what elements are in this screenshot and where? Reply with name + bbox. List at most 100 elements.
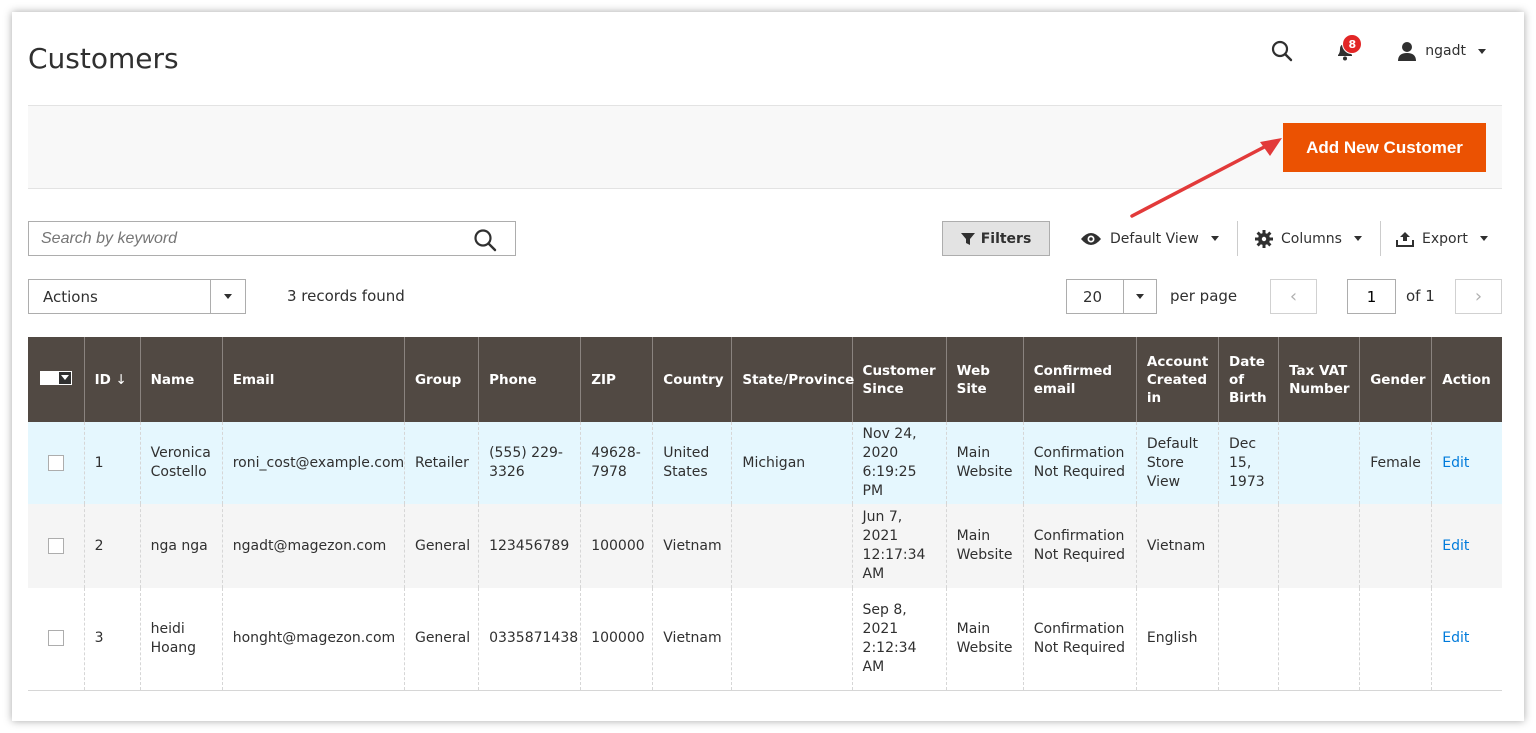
cell-customer-since: Jun 7, 2021 12:17:34 AM [851, 504, 947, 588]
edit-link[interactable]: Edit [1442, 630, 1469, 646]
table-row[interactable]: 3 heidi Hoang honght@magezon.com General… [28, 588, 1502, 691]
row-select-checkbox[interactable] [48, 537, 64, 554]
page-title: Customers [28, 42, 179, 75]
global-search-icon[interactable] [1271, 40, 1293, 62]
table-row[interactable]: 1 Veronica Costello roni_cost@example.co… [28, 422, 1502, 504]
records-found-count: 3 records found [287, 287, 405, 305]
cell-state [731, 504, 853, 588]
search-icon[interactable] [473, 228, 497, 256]
customers-grid: ID ↓ Name Email Group Phone ZIP Country … [28, 337, 1502, 691]
chevron-down-icon [1478, 48, 1486, 54]
dropdown-arrow-icon [1123, 280, 1156, 313]
cell-taxvat [1278, 422, 1360, 504]
cell-taxvat [1278, 504, 1360, 588]
column-header-country[interactable]: Country [652, 337, 732, 422]
row-select-checkbox[interactable] [48, 454, 64, 471]
column-header-confirmed-email[interactable]: Confirmed email [1022, 337, 1137, 422]
column-header-website[interactable]: Web Site [945, 337, 1024, 422]
cell-name: nga nga [139, 504, 223, 588]
row-select-checkbox[interactable] [48, 630, 64, 647]
filters-button[interactable]: Filters [942, 221, 1050, 256]
per-page-value: 20 [1083, 287, 1103, 306]
edit-link[interactable]: Edit [1442, 455, 1469, 471]
user-account-menu[interactable]: ngadt [1397, 41, 1486, 61]
username-label: ngadt [1425, 43, 1466, 59]
actions-label: Actions [43, 287, 98, 306]
funnel-icon [960, 232, 975, 245]
cell-email: honght@magezon.com [221, 588, 405, 691]
export-label: Export [1422, 230, 1468, 247]
cell-taxvat [1278, 588, 1360, 691]
cell-customer-since: Sep 8, 2021 2:12:34 AM [851, 588, 947, 691]
export-dropdown[interactable]: Export [1396, 221, 1488, 256]
column-header-id[interactable]: ID ↓ [83, 337, 141, 422]
cell-phone: 0335871438 [478, 588, 581, 691]
eye-icon [1081, 232, 1101, 245]
filters-label: Filters [980, 230, 1032, 247]
default-view-dropdown[interactable]: Default View [1080, 221, 1219, 256]
cell-website: Main Website [945, 422, 1024, 504]
add-new-customer-button[interactable]: Add New Customer [1283, 123, 1486, 172]
column-header-gender[interactable]: Gender [1359, 337, 1432, 422]
cell-zip: 100000 [580, 588, 653, 691]
keyword-search-field[interactable] [28, 221, 516, 256]
column-header-date-of-birth[interactable]: Date of Birth [1217, 337, 1279, 422]
cell-country: United States [652, 422, 732, 504]
column-header-taxvat[interactable]: Tax VAT Number [1278, 337, 1360, 422]
table-row[interactable]: 2 nga nga ngadt@magezon.com General 1234… [28, 504, 1502, 588]
cell-gender [1359, 588, 1432, 691]
cell-phone: (555) 229-3326 [478, 422, 581, 504]
caret-down-icon [59, 371, 71, 384]
current-page-input[interactable] [1347, 279, 1396, 314]
cell-group: Retailer [403, 422, 479, 504]
mass-select-header[interactable] [28, 337, 85, 422]
notifications-count-badge: 8 [1342, 34, 1363, 54]
notifications-bell-icon[interactable]: 8 [1335, 34, 1363, 62]
toolbar-divider [1237, 221, 1238, 256]
cell-gender: Female [1359, 422, 1432, 504]
chevron-down-icon [1210, 236, 1219, 241]
mass-actions-select[interactable]: Actions [28, 279, 246, 314]
cell-website: Main Website [945, 504, 1024, 588]
columns-label: Columns [1281, 230, 1342, 247]
cell-date-of-birth [1217, 588, 1279, 691]
chevron-down-icon [1353, 236, 1362, 241]
columns-dropdown[interactable]: Columns [1255, 221, 1362, 256]
cell-group: General [403, 504, 479, 588]
cell-id: 3 [83, 588, 141, 691]
per-page-select[interactable]: 20 [1066, 279, 1157, 314]
toolbar-divider [1380, 221, 1381, 256]
cell-confirmed-email: Confirmation Not Required [1022, 504, 1137, 588]
column-header-account-created[interactable]: Account Created in [1135, 337, 1219, 422]
column-header-state[interactable]: State/Province [731, 337, 854, 422]
cell-confirmed-email: Confirmation Not Required [1022, 588, 1137, 691]
cell-account-created: English [1135, 588, 1219, 691]
cell-confirmed-email: Confirmation Not Required [1022, 422, 1137, 504]
column-header-phone[interactable]: Phone [478, 337, 581, 422]
column-header-zip[interactable]: ZIP [580, 337, 653, 422]
column-header-customer-since[interactable]: Customer Since [851, 337, 947, 422]
cell-id: 1 [83, 422, 141, 504]
per-page-label: per page [1170, 287, 1238, 305]
mass-select-checkbox[interactable] [40, 370, 72, 385]
cell-zip: 49628-7978 [580, 422, 653, 504]
export-icon [1396, 231, 1414, 247]
search-input[interactable] [41, 229, 471, 248]
cell-customer-since: Nov 24, 2020 6:19:25 PM [851, 422, 947, 504]
cell-state: Michigan [731, 422, 853, 504]
sort-descending-icon: ↓ [115, 371, 127, 388]
column-header-group[interactable]: Group [403, 337, 479, 422]
column-header-name[interactable]: Name [139, 337, 223, 422]
cell-country: Vietnam [652, 588, 732, 691]
previous-page-button[interactable]: ‹ [1270, 279, 1317, 314]
cell-phone: 123456789 [478, 504, 581, 588]
edit-link[interactable]: Edit [1442, 538, 1469, 554]
cell-account-created: Vietnam [1135, 504, 1219, 588]
next-page-button[interactable]: › [1455, 279, 1502, 314]
cell-website: Main Website [945, 588, 1024, 691]
cell-date-of-birth [1217, 504, 1279, 588]
column-header-email[interactable]: Email [221, 337, 405, 422]
chevron-down-icon [1479, 236, 1488, 241]
header-actions: 8 ngadt [1271, 34, 1486, 62]
column-header-action: Action [1431, 337, 1502, 422]
